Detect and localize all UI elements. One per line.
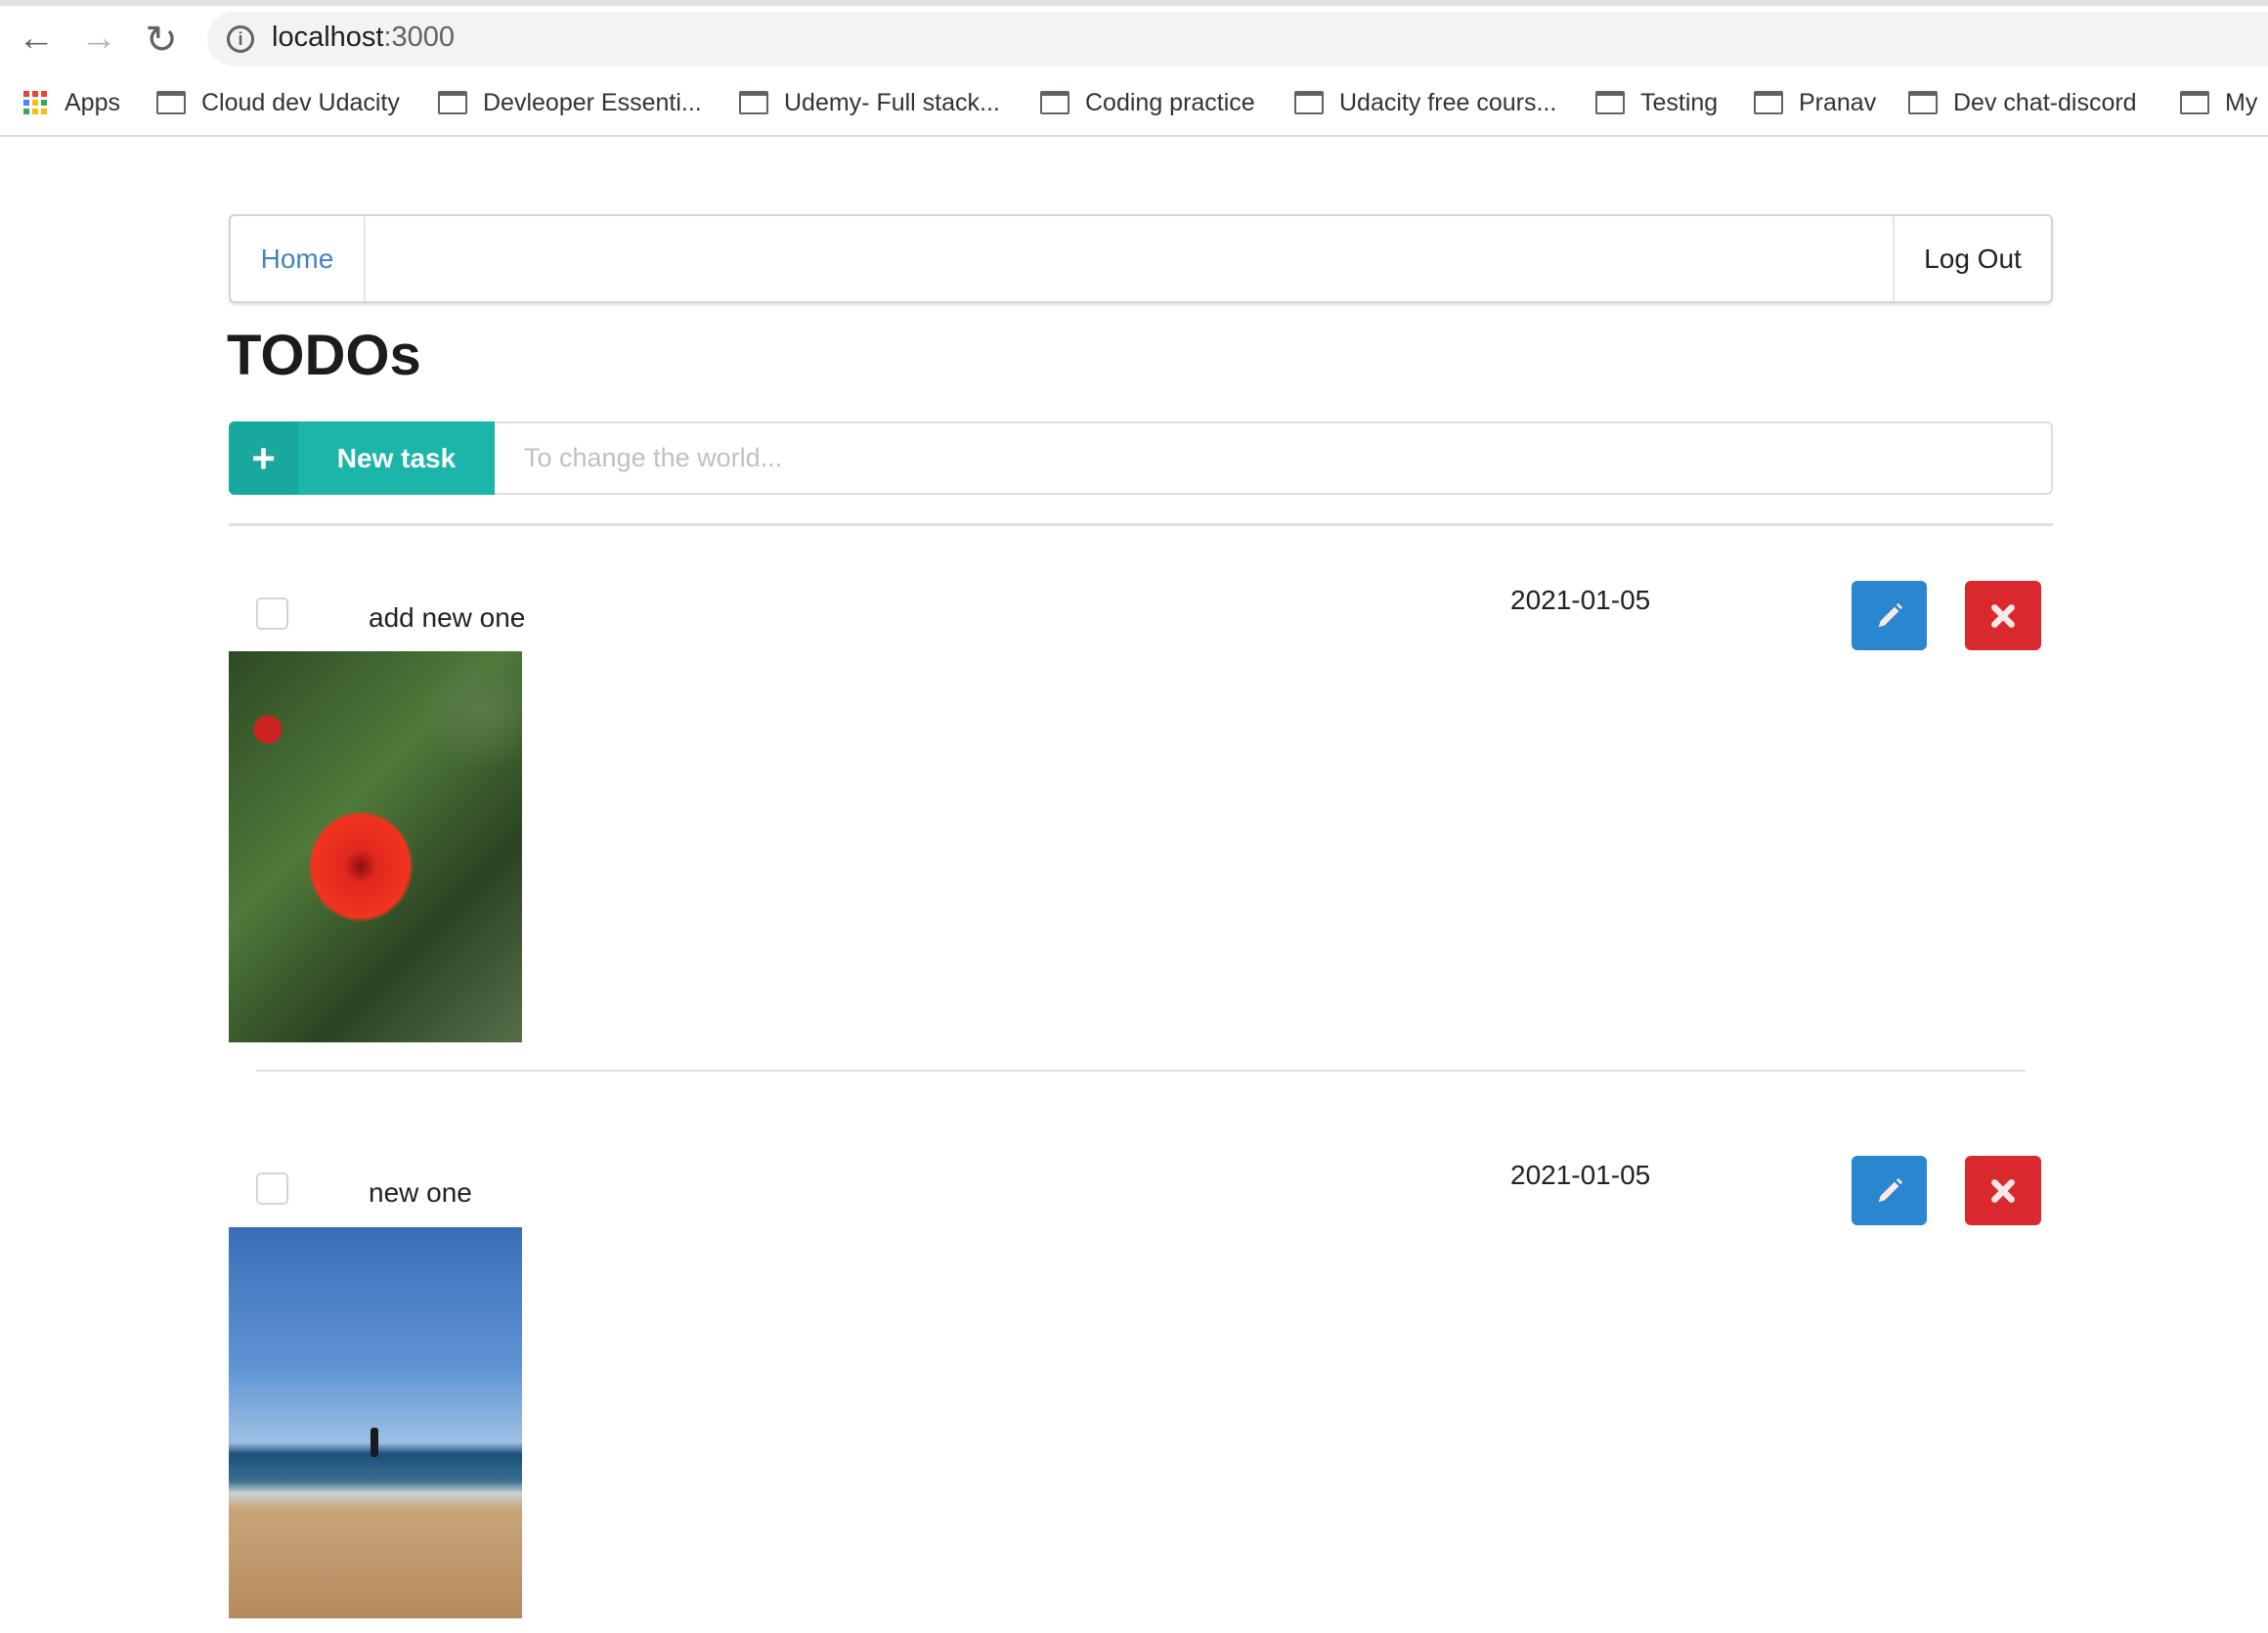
- bookmark-folder[interactable]: Testing: [1595, 86, 1718, 119]
- bookmark-label: Testing: [1640, 88, 1719, 116]
- bookmark-folder[interactable]: Coding practice: [1040, 86, 1255, 119]
- new-task-button[interactable]: + New task: [229, 421, 495, 495]
- new-task-input[interactable]: [495, 421, 2053, 495]
- bookmark-folder[interactable]: Pranav: [1754, 86, 1876, 119]
- edit-button[interactable]: [1852, 581, 1927, 650]
- bookmark-folder[interactable]: Udemy- Full stack...: [739, 86, 1000, 119]
- folder-icon: [1294, 91, 1324, 114]
- folder-icon: [438, 91, 467, 114]
- pencil-icon: [1878, 602, 1902, 627]
- bookmark-label: Dev chat-discord: [1953, 88, 2137, 116]
- person-silhouette: [371, 1428, 378, 1457]
- bookmark-folder[interactable]: Dev chat-discord: [1908, 86, 2137, 119]
- bookmark-folder[interactable]: Udacity free cours...: [1294, 86, 1556, 119]
- bookmark-label: My: [2225, 88, 2258, 116]
- bookmark-folder[interactable]: Cloud dev Udacity: [156, 86, 400, 119]
- folder-icon: [1595, 91, 1625, 114]
- url-port: :3000: [383, 22, 456, 53]
- folder-icon: [156, 91, 186, 114]
- delete-button[interactable]: [1965, 1156, 2041, 1225]
- folder-icon: [1754, 91, 1783, 114]
- divider: [256, 1070, 2026, 1072]
- new-task-label: New task: [336, 442, 457, 473]
- todo-checkbox[interactable]: [256, 1172, 288, 1205]
- todo-date: 2021-01-05: [1510, 1160, 1651, 1190]
- todo-image: [229, 1227, 522, 1618]
- bookmark-label: Devleoper Essenti...: [483, 88, 702, 116]
- bookmark-label: Pranav: [1799, 88, 1877, 116]
- folder-icon: [2180, 91, 2209, 114]
- todo-checkbox[interactable]: [256, 597, 288, 630]
- bookmark-label: Apps: [65, 88, 120, 116]
- top-menu: Home Log Out: [229, 214, 2053, 303]
- logout-button[interactable]: Log Out: [1893, 216, 2051, 301]
- todo-image: [229, 651, 522, 1042]
- edit-button[interactable]: [1852, 1156, 1927, 1225]
- home-link[interactable]: Home: [231, 216, 366, 301]
- back-icon[interactable]: ←: [12, 18, 61, 60]
- divider: [229, 523, 2053, 526]
- info-icon[interactable]: i: [227, 25, 254, 53]
- bookmark-apps[interactable]: Apps: [23, 86, 120, 119]
- bookmark-label: Cloud dev Udacity: [201, 88, 400, 116]
- todo-name: add new one: [369, 602, 526, 633]
- folder-icon: [1908, 91, 1938, 114]
- pencil-icon: [1878, 1177, 1902, 1202]
- bookmark-folder[interactable]: My: [2180, 86, 2257, 119]
- folder-icon: [739, 91, 768, 114]
- reload-icon[interactable]: ↻: [137, 18, 186, 63]
- close-icon: [1991, 603, 2015, 628]
- bookmark-folder[interactable]: Devleoper Essenti...: [438, 86, 702, 119]
- apps-icon: [23, 91, 47, 114]
- address-bar[interactable]: [207, 12, 2268, 66]
- bookmark-label: Udemy- Full stack...: [784, 88, 1000, 116]
- url-text[interactable]: localhost:3000: [272, 22, 455, 54]
- delete-button[interactable]: [1965, 581, 2041, 650]
- forward-icon[interactable]: →: [74, 18, 123, 60]
- todo-name: new one: [369, 1177, 472, 1208]
- plus-icon: +: [229, 421, 298, 495]
- page-title: TODOs: [227, 324, 421, 387]
- url-host: localhost: [272, 22, 384, 53]
- bookmark-label: Udacity free cours...: [1339, 88, 1557, 116]
- close-icon: [1991, 1178, 2015, 1203]
- bookmark-label: Coding practice: [1085, 88, 1255, 116]
- todo-date: 2021-01-05: [1510, 585, 1651, 615]
- folder-icon: [1040, 91, 1069, 114]
